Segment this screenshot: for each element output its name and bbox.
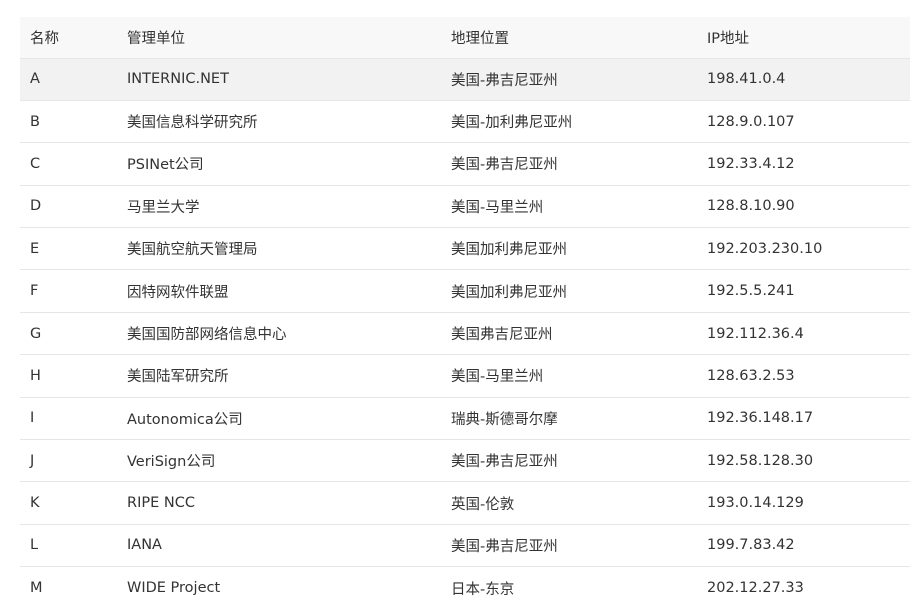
table-row: I Autonomica公司 瑞典-斯德哥尔摩 192.36.148.17 (20, 397, 910, 439)
cell-location: 美国加利弗尼亚州 (451, 284, 567, 301)
table-row: M WIDE Project 日本-东京 202.12.27.33 (20, 566, 910, 609)
cell-name: C (30, 155, 41, 172)
cell-location: 英国-伦敦 (451, 496, 515, 513)
cell-organization: 马里兰大学 (127, 199, 200, 216)
cell-location: 美国-马里兰州 (451, 199, 544, 216)
cell-organization: 因特网软件联盟 (127, 284, 229, 301)
cell-location: 美国-马里兰州 (451, 369, 544, 386)
table-row: H 美国陆军研究所 美国-马里兰州 128.63.2.53 (20, 354, 910, 397)
cell-ip-address: 198.41.0.4 (707, 71, 786, 88)
cell-organization: VeriSign公司 (127, 454, 216, 471)
cell-ip-address: 128.9.0.107 (707, 113, 795, 130)
root-server-table: 名称 管理单位 地理位置 IP地址 A INTERNIC.NET 美国-弗吉尼亚… (20, 17, 910, 609)
table-header: 名称 管理单位 地理位置 IP地址 (20, 17, 910, 58)
cell-organization: Autonomica公司 (127, 411, 243, 428)
cell-organization: 美国信息科学研究所 (127, 115, 258, 132)
cell-organization: WIDE Project (127, 580, 221, 597)
cell-location: 美国弗吉尼亚州 (451, 327, 553, 344)
table-row: B 美国信息科学研究所 美国-加利弗尼亚州 128.9.0.107 (20, 100, 910, 142)
cell-location: 美国-弗吉尼亚州 (451, 157, 558, 174)
cell-ip-address: 202.12.27.33 (707, 580, 804, 597)
cell-location: 美国加利弗尼亚州 (451, 242, 567, 259)
cell-ip-address: 192.203.230.10 (707, 240, 823, 257)
table-row: E 美国航空航天管理局 美国加利弗尼亚州 192.203.230.10 (20, 227, 910, 270)
table-row: J VeriSign公司 美国-弗吉尼亚州 192.58.128.30 (20, 439, 910, 482)
cell-name: M (30, 580, 43, 597)
cell-location: 美国-弗吉尼亚州 (451, 538, 558, 555)
header-organization: 管理单位 (127, 30, 185, 47)
cell-name: D (30, 198, 42, 215)
table-row: L IANA 美国-弗吉尼亚州 199.7.83.42 (20, 524, 910, 566)
cell-name: F (30, 283, 39, 300)
cell-ip-address: 193.0.14.129 (707, 495, 804, 512)
cell-ip-address: 192.36.148.17 (707, 410, 814, 427)
cell-name: E (30, 240, 40, 257)
cell-name: L (30, 537, 39, 554)
cell-location: 瑞典-斯德哥尔摩 (451, 411, 558, 428)
table-body: A INTERNIC.NET 美国-弗吉尼亚州 198.41.0.4 B 美国信… (20, 58, 910, 609)
cell-organization: 美国国防部网络信息中心 (127, 327, 287, 344)
table-row: K RIPE NCC 英国-伦敦 193.0.14.129 (20, 481, 910, 524)
header-ip-address: IP地址 (707, 30, 750, 47)
cell-organization: 美国航空航天管理局 (127, 242, 258, 259)
cell-name: I (30, 410, 35, 427)
cell-name: H (30, 367, 41, 384)
cell-ip-address: 192.112.36.4 (707, 325, 804, 342)
cell-ip-address: 192.58.128.30 (707, 452, 814, 469)
header-location: 地理位置 (451, 30, 509, 47)
cell-location: 日本-东京 (451, 581, 515, 598)
cell-ip-address: 128.63.2.53 (707, 367, 795, 384)
table-row: C PSINet公司 美国-弗吉尼亚州 192.33.4.12 (20, 142, 910, 185)
cell-ip-address: 192.33.4.12 (707, 155, 795, 172)
cell-location: 美国-加利弗尼亚州 (451, 115, 573, 132)
cell-organization: INTERNIC.NET (127, 71, 229, 88)
cell-name: A (30, 71, 40, 88)
cell-name: J (30, 452, 35, 469)
cell-ip-address: 192.5.5.241 (707, 283, 795, 300)
cell-ip-address: 199.7.83.42 (707, 537, 795, 554)
cell-name: K (30, 495, 40, 512)
table-row: A INTERNIC.NET 美国-弗吉尼亚州 198.41.0.4 (20, 58, 910, 101)
cell-organization: IANA (127, 537, 162, 554)
table-row: F 因特网软件联盟 美国加利弗尼亚州 192.5.5.241 (20, 269, 910, 312)
table-row: D 马里兰大学 美国-马里兰州 128.8.10.90 (20, 185, 910, 227)
header-row: 名称 管理单位 地理位置 IP地址 (20, 17, 910, 58)
cell-ip-address: 128.8.10.90 (707, 198, 795, 215)
cell-location: 美国-弗吉尼亚州 (451, 72, 558, 89)
root-server-table-container: 名称 管理单位 地理位置 IP地址 A INTERNIC.NET 美国-弗吉尼亚… (20, 17, 910, 609)
cell-organization: PSINet公司 (127, 157, 204, 174)
cell-name: G (30, 325, 42, 342)
header-name: 名称 (30, 30, 59, 47)
table-row: G 美国国防部网络信息中心 美国弗吉尼亚州 192.112.36.4 (20, 312, 910, 354)
cell-organization: RIPE NCC (127, 495, 195, 512)
cell-location: 美国-弗吉尼亚州 (451, 454, 558, 471)
cell-organization: 美国陆军研究所 (127, 369, 229, 386)
cell-name: B (30, 113, 40, 130)
